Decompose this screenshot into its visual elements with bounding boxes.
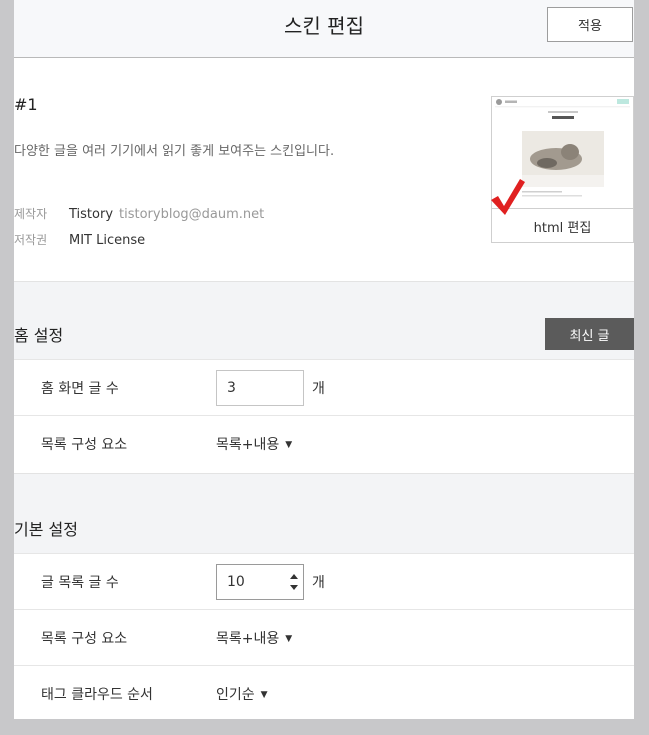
- row-label: 홈 화면 글 수: [41, 381, 119, 397]
- input-value: 10: [227, 574, 245, 590]
- author-row: 제작자 Tistory tistoryblog@daum.net: [14, 205, 264, 222]
- page-title: 스킨 편집: [284, 14, 364, 38]
- row-label: 목록 구성 요소: [41, 631, 128, 647]
- list-elements-select[interactable]: 목록+내용 ▼: [216, 628, 292, 648]
- home-settings-rows: 홈 화면 글 수 3 개 목록 구성 요소 목록+내용 ▼: [14, 359, 634, 471]
- home-post-count-input[interactable]: 3: [216, 370, 304, 406]
- license-row: 저작권 MIT License: [14, 231, 145, 248]
- unit-label: 개: [312, 381, 325, 397]
- select-value: 목록+내용: [216, 437, 280, 453]
- basic-settings-header: 기본 설정: [14, 473, 634, 554]
- caret-down-icon: ▼: [260, 690, 268, 700]
- home-list-elements-select[interactable]: 목록+내용 ▼: [216, 434, 292, 454]
- spinner-arrows-icon[interactable]: [289, 570, 299, 594]
- author-email: tistoryblog@daum.net: [119, 207, 265, 222]
- select-value: 목록+내용: [216, 631, 280, 647]
- skin-name: #1: [14, 95, 38, 114]
- apply-button[interactable]: 적용: [547, 7, 633, 42]
- latest-posts-button[interactable]: 최신 글: [545, 318, 634, 350]
- row-label: 태그 클라우드 순서: [41, 687, 153, 703]
- setting-row-list-post-count: 글 목록 글 수 10 개: [14, 553, 634, 609]
- row-label: 목록 구성 요소: [41, 437, 128, 453]
- tag-cloud-order-select[interactable]: 인기순 ▼: [216, 684, 268, 704]
- setting-row-list-elements: 목록 구성 요소 목록+내용 ▼: [14, 609, 634, 665]
- home-settings-header: 홈 설정 최신 글: [14, 281, 634, 359]
- home-settings-title: 홈 설정: [14, 326, 64, 345]
- skin-description: 다양한 글을 여러 기기에서 읽기 좋게 보여주는 스킨입니다.: [14, 144, 335, 159]
- license-value: MIT License: [69, 233, 146, 248]
- basic-settings-rows: 글 목록 글 수 10 개 목록 구성 요소 목록+내용 ▼ 태그 클라우드 순서…: [14, 553, 634, 719]
- author-name: Tistory: [69, 207, 114, 222]
- skin-edit-panel: 스킨 편집 적용 #1 다양한 글을 여러 기기에서 읽기 좋게 보여주는 스킨…: [14, 0, 634, 719]
- skin-thumbnail: html 편집: [491, 96, 634, 243]
- setting-row-tag-cloud-order: 태그 클라우드 순서 인기순 ▼: [14, 665, 634, 719]
- check-mark-icon: [491, 179, 525, 215]
- row-label: 글 목록 글 수: [41, 575, 119, 591]
- setting-row-home-post-count: 홈 화면 글 수 3 개: [14, 359, 634, 415]
- setting-row-home-list-elements: 목록 구성 요소 목록+내용 ▼: [14, 415, 634, 471]
- basic-settings-title: 기본 설정: [14, 520, 78, 539]
- author-label: 제작자: [14, 207, 48, 221]
- caret-down-icon: ▼: [285, 440, 293, 450]
- unit-label: 개: [312, 575, 325, 591]
- select-value: 인기순: [216, 687, 255, 703]
- top-bar: 스킨 편집 적용: [14, 0, 634, 58]
- list-post-count-input[interactable]: 10: [216, 564, 304, 600]
- caret-down-icon: ▼: [285, 634, 293, 644]
- license-label: 저작권: [14, 233, 48, 247]
